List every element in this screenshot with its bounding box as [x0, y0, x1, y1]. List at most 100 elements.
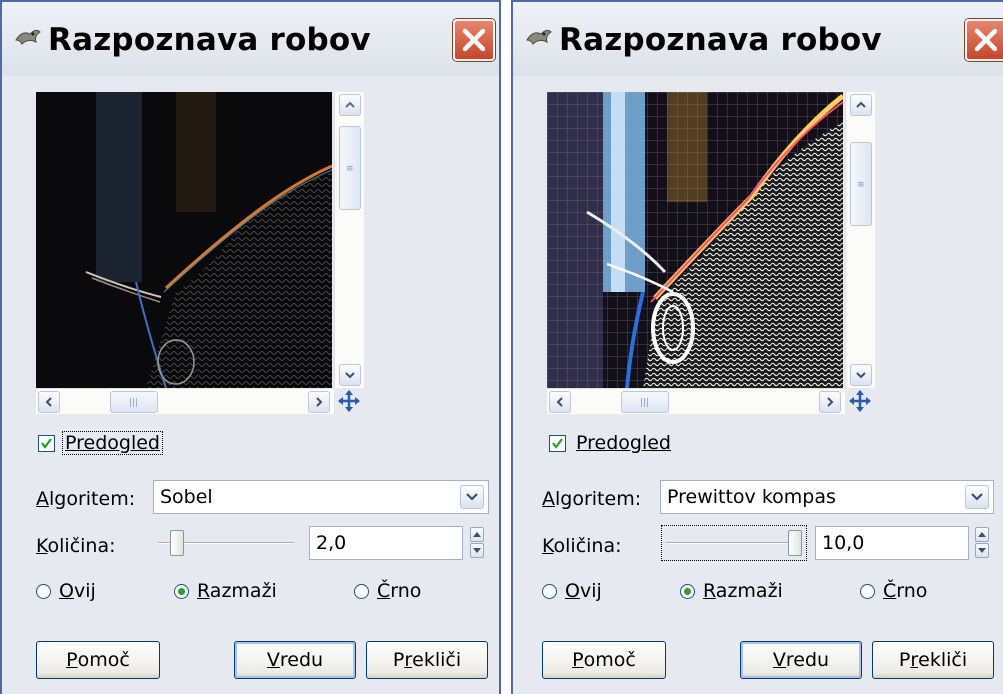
spin-down-button[interactable]: [470, 543, 484, 558]
spin-down-button[interactable]: [975, 543, 989, 558]
algorithm-select[interactable]: Sobel: [153, 480, 489, 514]
close-icon: [462, 28, 486, 52]
navigate-icon[interactable]: [336, 388, 362, 414]
radio-mnemonic: Č: [377, 580, 391, 602]
slider-handle[interactable]: [170, 530, 185, 556]
help-label: omoč: [77, 649, 130, 671]
grip-icon: |||: [640, 398, 650, 408]
algorithm-select[interactable]: Prewittov kompas: [660, 480, 994, 514]
algorithm-value: Prewittov kompas: [667, 486, 836, 508]
cancel-button[interactable]: Pr ekliči: [872, 641, 994, 679]
spin-up-button[interactable]: [975, 527, 989, 542]
scroll-left-button[interactable]: [549, 391, 571, 413]
cancel-mnemonic: r: [404, 649, 413, 671]
amount-slider[interactable]: [154, 526, 298, 560]
radio-black-input[interactable]: [860, 583, 875, 599]
radio-smear-input[interactable]: [174, 583, 189, 599]
algorithm-dropdown-button[interactable]: [965, 485, 989, 509]
scroll-left-button[interactable]: [38, 391, 60, 413]
amount-input[interactable]: 10,0: [815, 526, 969, 560]
preview-checkbox-row[interactable]: Predogled: [38, 428, 163, 458]
vertical-scroll-thumb[interactable]: ≡: [850, 142, 872, 226]
gimp-wilber-icon: [526, 29, 552, 45]
vertical-scroll-thumb[interactable]: ≡: [339, 126, 361, 210]
algorithm-label-mnemonic: A: [542, 488, 555, 510]
ok-label: redu: [279, 649, 324, 671]
scroll-down-icon: [856, 372, 866, 379]
grip-icon: ≡: [857, 180, 865, 190]
radio-text: azmaži: [715, 580, 783, 602]
horizontal-scroll-thumb[interactable]: |||: [110, 391, 158, 413]
radio-wrap-input[interactable]: [36, 583, 51, 599]
radio-mnemonic: O: [59, 580, 74, 602]
algorithm-label: Algoritem:: [36, 488, 135, 510]
preview-checkbox-row[interactable]: Predogled: [549, 428, 673, 458]
horizontal-scroll-thumb[interactable]: |||: [621, 391, 669, 413]
scroll-right-icon: [316, 397, 323, 407]
amount-spinner[interactable]: [975, 527, 989, 559]
scroll-down-icon: [345, 372, 355, 379]
horizontal-scrollbar[interactable]: |||: [36, 388, 334, 414]
radio-black[interactable]: Črno: [354, 580, 421, 602]
amount-label-mnemonic: K: [542, 535, 554, 557]
scroll-down-button[interactable]: [850, 364, 872, 386]
vertical-scrollbar[interactable]: ≡: [845, 92, 875, 388]
amount-spinner[interactable]: [470, 527, 484, 559]
horizontal-scrollbar[interactable]: |||: [547, 388, 845, 414]
help-button[interactable]: Pomoč: [36, 641, 160, 679]
spin-up-button[interactable]: [470, 527, 484, 542]
preview-checkbox[interactable]: [38, 434, 55, 452]
scroll-down-button[interactable]: [339, 364, 361, 386]
preview-image[interactable]: [547, 92, 843, 388]
ok-button[interactable]: V redu: [234, 641, 356, 679]
scroll-left-icon: [45, 397, 52, 407]
algorithm-label-mnemonic: A: [36, 488, 49, 510]
cancel-button[interactable]: Pr ekliči: [366, 641, 488, 679]
scroll-up-button[interactable]: [850, 94, 872, 116]
radio-mnemonic: Č: [883, 580, 897, 602]
radio-black[interactable]: Črno: [860, 580, 927, 602]
radio-text: rno: [896, 580, 928, 602]
preview-checkbox[interactable]: [549, 434, 566, 452]
grip-icon: ≡: [346, 164, 354, 174]
radio-black-input[interactable]: [354, 583, 369, 599]
algorithm-value: Sobel: [160, 486, 213, 508]
close-button[interactable]: [453, 19, 495, 61]
chevron-down-icon: [466, 493, 478, 501]
ok-button[interactable]: V redu: [740, 641, 862, 679]
amount-label-text: oličina:: [47, 535, 116, 557]
vertical-scrollbar[interactable]: ≡: [334, 92, 364, 388]
scroll-right-button[interactable]: [308, 391, 330, 413]
preview-area: ≡ |||: [547, 92, 875, 418]
amount-slider[interactable]: [661, 525, 807, 561]
title-bar[interactable]: Razpoznava robov: [2, 2, 499, 76]
radio-smear[interactable]: Razmaži: [680, 580, 783, 602]
radio-wrap[interactable]: Ovij: [36, 580, 96, 602]
slider-handle[interactable]: [788, 530, 802, 556]
preview-area: ≡ |||: [36, 92, 364, 418]
preview-image[interactable]: [36, 92, 332, 388]
scroll-up-icon: [856, 101, 866, 108]
cancel-label: ekliči: [412, 649, 462, 671]
algorithm-label-text: lgoritem:: [555, 488, 642, 510]
scroll-up-button[interactable]: [339, 94, 361, 116]
scroll-left-icon: [556, 397, 563, 407]
radio-mnemonic: R: [197, 580, 210, 602]
radio-smear-input[interactable]: [680, 583, 695, 599]
scroll-right-button[interactable]: [819, 391, 841, 413]
amount-input[interactable]: 2,0: [309, 526, 463, 560]
radio-smear[interactable]: Razmaži: [174, 580, 277, 602]
scroll-right-icon: [827, 397, 834, 407]
radio-black-label: Črno: [377, 580, 421, 602]
gimp-wilber-icon: [15, 29, 41, 45]
title-bar[interactable]: Razpoznava robov: [513, 2, 1003, 76]
cancel-label-start: P: [392, 649, 405, 671]
spin-up-icon: [473, 532, 481, 537]
help-button[interactable]: Pomoč: [542, 641, 666, 679]
radio-wrap-input[interactable]: [542, 583, 557, 599]
algorithm-dropdown-button[interactable]: [460, 485, 484, 509]
radio-wrap[interactable]: Ovij: [542, 580, 602, 602]
close-button[interactable]: [965, 19, 1003, 61]
preview-label: Predogled: [576, 432, 671, 454]
navigate-icon[interactable]: [847, 388, 873, 414]
